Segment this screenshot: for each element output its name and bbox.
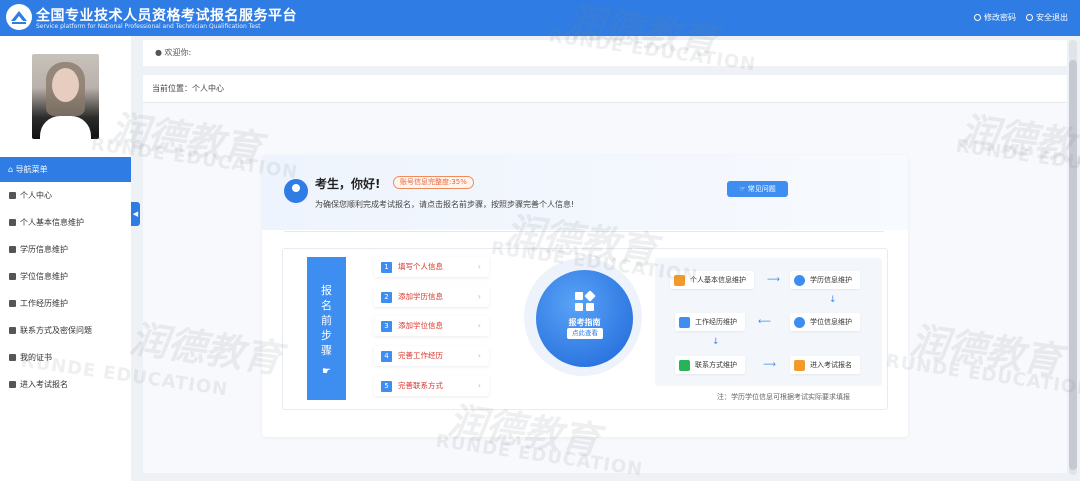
profile-completeness-badge: 账号信息完整度:35% xyxy=(393,176,474,189)
flow-note: 注：学历学位信息可根据考试实际要求填报 xyxy=(717,393,850,401)
step-4-work-history[interactable]: 4 完善工作经历 › xyxy=(374,346,489,366)
grid-icon xyxy=(575,290,596,312)
sidebar-item-personal-center[interactable]: 个人中心 xyxy=(0,182,131,209)
home-icon xyxy=(9,192,16,199)
sidebar: ⌂ 导航菜单 个人中心 个人基本信息维护 学历信息维护 学位信息维护 工作经历维… xyxy=(0,36,131,481)
briefcase-icon xyxy=(9,300,16,307)
step-1-personal-info[interactable]: 1 填写个人信息 › xyxy=(374,257,489,277)
medal-icon xyxy=(9,273,16,280)
user-icon xyxy=(674,274,685,286)
user-icon xyxy=(9,219,16,226)
step-3-degree[interactable]: 3 添加学位信息 › xyxy=(374,316,489,336)
exam-guide-button[interactable]: 报考指南 点此查看 xyxy=(536,270,633,367)
medal-icon xyxy=(794,316,805,328)
sidebar-item-certificates[interactable]: 我的证书 xyxy=(0,344,131,371)
sidebar-item-work-history[interactable]: 工作经历维护 xyxy=(0,290,131,317)
nav-menu-header: ⌂ 导航菜单 xyxy=(0,157,131,182)
settings-icon xyxy=(974,14,981,21)
pre-registration-steps-label: 报名前步骤 ☛ xyxy=(307,257,346,400)
sidebar-item-contact[interactable]: 联系方式及密保问题 xyxy=(0,317,131,344)
pointer-hand-icon: ☛ xyxy=(322,366,331,377)
flow-node-contact[interactable]: 联系方式维护 xyxy=(675,356,745,374)
site-subtitle: Service platform for National Profession… xyxy=(36,23,261,30)
certificate-icon xyxy=(9,354,16,361)
logout-link[interactable]: 安全退出 xyxy=(1026,12,1068,23)
flow-node-exam-registration[interactable]: 进入考试报名 xyxy=(790,356,860,374)
arrow-circle-icon xyxy=(794,359,805,371)
welcome-bar: ● 欢迎你: xyxy=(143,40,1067,66)
briefcase-icon xyxy=(679,316,690,328)
user-small-icon: ● xyxy=(155,48,162,57)
flow-node-work-history[interactable]: 工作经历维护 xyxy=(675,313,745,331)
view-guide-tag: 点此查看 xyxy=(567,328,603,339)
step-2-education[interactable]: 2 添加学历信息 › xyxy=(374,287,489,307)
sidebar-collapse-button[interactable]: ◀ xyxy=(131,202,140,226)
site-title: 全国专业技术人员资格考试报名服务平台 xyxy=(36,8,297,24)
sidebar-item-degree[interactable]: 学位信息维护 xyxy=(0,263,131,290)
power-icon xyxy=(1026,14,1033,21)
step-5-contact[interactable]: 5 完善联系方式 › xyxy=(374,376,489,396)
sidebar-item-exam-registration[interactable]: 进入考试报名 xyxy=(0,371,131,398)
graduation-cap-icon xyxy=(9,246,16,253)
breadcrumb: 当前位置：个人中心 xyxy=(143,75,1067,103)
sidebar-item-education[interactable]: 学历信息维护 xyxy=(0,236,131,263)
instruction-text: 为确保您顺利完成考试报名，请点击报名前步骤，按照步骤完善个人信息! xyxy=(315,200,575,209)
scrollbar[interactable] xyxy=(1069,40,1077,475)
flow-node-education[interactable]: 学历信息维护 xyxy=(790,271,860,289)
faq-button[interactable]: ☞ 常见问题 xyxy=(727,181,788,197)
platform-logo xyxy=(6,4,32,30)
change-password-link[interactable]: 修改密码 xyxy=(974,12,1016,23)
graduation-cap-icon xyxy=(794,274,805,286)
arrow-circle-icon xyxy=(9,381,16,388)
flow-node-degree[interactable]: 学位信息维护 xyxy=(790,313,860,331)
avatar xyxy=(32,54,99,139)
flow-node-basic-info[interactable]: 个人基本信息维护 xyxy=(670,271,754,289)
phone-icon xyxy=(9,327,16,334)
top-header: 全国专业技术人员资格考试报名服务平台 Service platform for … xyxy=(0,0,1080,36)
phone-icon xyxy=(679,359,690,371)
sidebar-item-basic-info[interactable]: 个人基本信息维护 xyxy=(0,209,131,236)
greeting-title: 考生，你好! xyxy=(315,177,381,191)
user-avatar-icon xyxy=(284,179,308,203)
